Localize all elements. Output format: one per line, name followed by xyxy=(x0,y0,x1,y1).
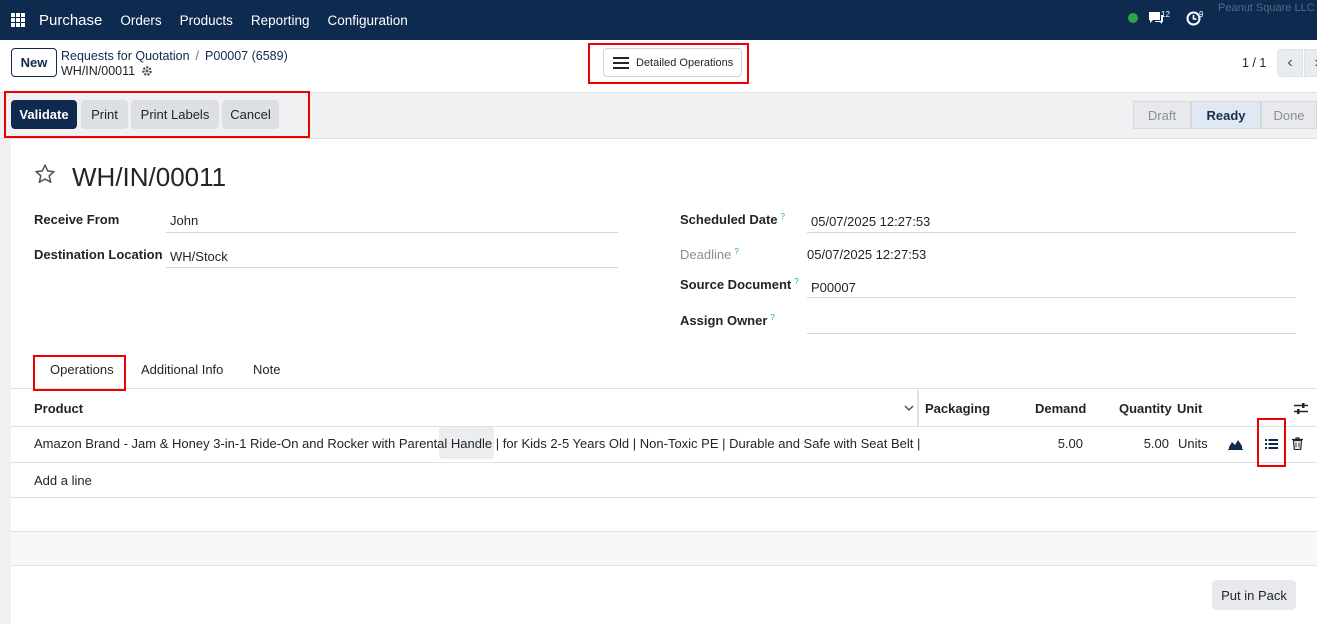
star-icon[interactable] xyxy=(34,163,56,185)
quantity-cell[interactable]: 5.00 xyxy=(1137,436,1169,451)
scheduled-date-label-text: Scheduled Date xyxy=(680,212,778,227)
top-navbar: Purchase Orders Products Reporting Confi… xyxy=(0,0,1317,40)
scheduled-date-field[interactable]: 05/07/2025 12:27:53 xyxy=(811,214,930,229)
assign-owner-underline xyxy=(807,333,1296,334)
column-product[interactable]: Product xyxy=(34,401,83,416)
tab-additional-info[interactable]: Additional Info xyxy=(141,362,223,377)
print-labels-button[interactable]: Print Labels xyxy=(131,100,219,129)
source-document-field[interactable]: P00007 xyxy=(811,280,856,295)
record-title: WH/IN/00011 xyxy=(72,162,227,192)
put-in-pack-button[interactable]: Put in Pack xyxy=(1212,580,1296,610)
app-name[interactable]: Purchase xyxy=(39,12,102,29)
breadcrumb-separator: / xyxy=(195,49,200,63)
activities-count: 9 xyxy=(1199,10,1204,19)
pager-next-button[interactable]: › xyxy=(1304,49,1317,77)
apps-grid-icon[interactable] xyxy=(11,13,25,27)
column-resize-handle[interactable] xyxy=(917,390,919,427)
help-tooltip-icon[interactable]: ? xyxy=(794,277,798,286)
destination-location-label: Destination Location xyxy=(34,247,163,262)
assign-owner-label: Assign Owner? xyxy=(680,313,775,328)
stage-done[interactable]: Done xyxy=(1261,101,1317,129)
print-button[interactable]: Print xyxy=(81,100,128,129)
scheduled-date-label: Scheduled Date? xyxy=(680,212,785,227)
messages-count: 12 xyxy=(1161,10,1170,19)
help-tooltip-icon[interactable]: ? xyxy=(770,313,774,322)
validate-button[interactable]: Validate xyxy=(11,100,77,129)
form-sheet: WH/IN/00011 Receive From John Destinatio… xyxy=(11,139,1317,624)
record-name: WH/IN/00011 xyxy=(61,64,153,78)
table-row[interactable]: Amazon Brand - Jam & Honey 3-in-1 Ride-O… xyxy=(11,418,1317,467)
gear-icon[interactable] xyxy=(141,65,153,77)
help-tooltip-icon[interactable]: ? xyxy=(781,212,785,221)
breadcrumb-po[interactable]: P00007 (6589) xyxy=(205,49,288,63)
menu-configuration[interactable]: Configuration xyxy=(327,13,407,28)
forecast-chart-icon[interactable] xyxy=(1228,438,1243,450)
stage-pipeline: Draft Ready Done xyxy=(1133,101,1317,129)
notebook-tabs: Operations Additional Info Note xyxy=(11,351,1317,391)
column-demand[interactable]: Demand xyxy=(1035,401,1086,416)
receive-from-label: Receive From xyxy=(34,212,120,227)
column-unit[interactable]: Unit xyxy=(1177,401,1202,416)
add-line-button[interactable]: Add a line xyxy=(34,473,92,488)
pager-value[interactable]: 1 / 1 xyxy=(1242,56,1266,70)
destination-location-field[interactable]: WH/Stock xyxy=(170,249,228,264)
record-name-label: WH/IN/00011 xyxy=(61,64,136,78)
pager-previous-button[interactable]: ‹ xyxy=(1277,49,1303,77)
scheduled-date-underline xyxy=(807,232,1296,233)
online-status-icon xyxy=(1128,13,1138,23)
cancel-button[interactable]: Cancel xyxy=(222,100,279,129)
deadline-label: Deadline? xyxy=(680,247,739,262)
detailed-operations-label: Detailed Operations xyxy=(636,56,734,69)
demand-cell[interactable]: 5.00 xyxy=(1051,436,1083,451)
assign-owner-label-text: Assign Owner xyxy=(680,313,768,328)
company-name[interactable]: Peanut Square LLC xyxy=(1218,2,1315,14)
deadline-label-text: Deadline xyxy=(680,247,732,262)
deadline-value: 05/07/2025 12:27:53 xyxy=(807,247,927,262)
menu-products[interactable]: Products xyxy=(180,13,233,28)
destination-location-underline xyxy=(166,267,618,268)
stage-draft[interactable]: Draft xyxy=(1133,101,1191,129)
breadcrumb: Requests for Quotation / P00007 (6589) xyxy=(61,49,288,63)
table-header: Product Packaging Demand Quantity Unit xyxy=(11,390,1317,427)
source-document-underline xyxy=(807,297,1296,298)
trash-icon[interactable] xyxy=(1292,437,1303,450)
empty-row xyxy=(11,532,1317,566)
optional-columns-icon[interactable] xyxy=(1294,402,1308,415)
column-packaging[interactable]: Packaging xyxy=(925,401,990,416)
empty-row xyxy=(11,498,1317,532)
detailed-operations-button[interactable]: Detailed Operations xyxy=(603,48,742,77)
unit-cell[interactable]: Units xyxy=(1178,436,1208,451)
stage-ready[interactable]: Ready xyxy=(1191,101,1261,129)
status-bar: Validate Print Print Labels Cancel Draft… xyxy=(0,91,1317,139)
receive-from-field[interactable]: John xyxy=(170,213,198,228)
breadcrumb-rfq[interactable]: Requests for Quotation xyxy=(61,49,190,63)
hamburger-icon xyxy=(613,56,629,69)
menu-orders[interactable]: Orders xyxy=(120,13,161,28)
tab-note[interactable]: Note xyxy=(253,362,280,377)
help-tooltip-icon[interactable]: ? xyxy=(734,247,738,256)
source-document-label: Source Document? xyxy=(680,277,799,292)
column-quantity[interactable]: Quantity xyxy=(1119,401,1172,416)
receive-from-underline xyxy=(166,232,618,233)
source-document-label-text: Source Document xyxy=(680,277,792,292)
tab-operations[interactable]: Operations xyxy=(50,362,114,377)
menu-reporting[interactable]: Reporting xyxy=(251,13,310,28)
details-list-icon[interactable] xyxy=(1265,438,1278,450)
control-panel: New Requests for Quotation / P00007 (6589)… xyxy=(0,40,1317,93)
product-cell[interactable]: Amazon Brand - Jam & Honey 3-in-1 Ride-O… xyxy=(34,436,920,451)
chevron-down-icon[interactable] xyxy=(904,403,914,413)
new-button[interactable]: New xyxy=(11,48,57,77)
add-line-row: Add a line xyxy=(11,463,1317,498)
